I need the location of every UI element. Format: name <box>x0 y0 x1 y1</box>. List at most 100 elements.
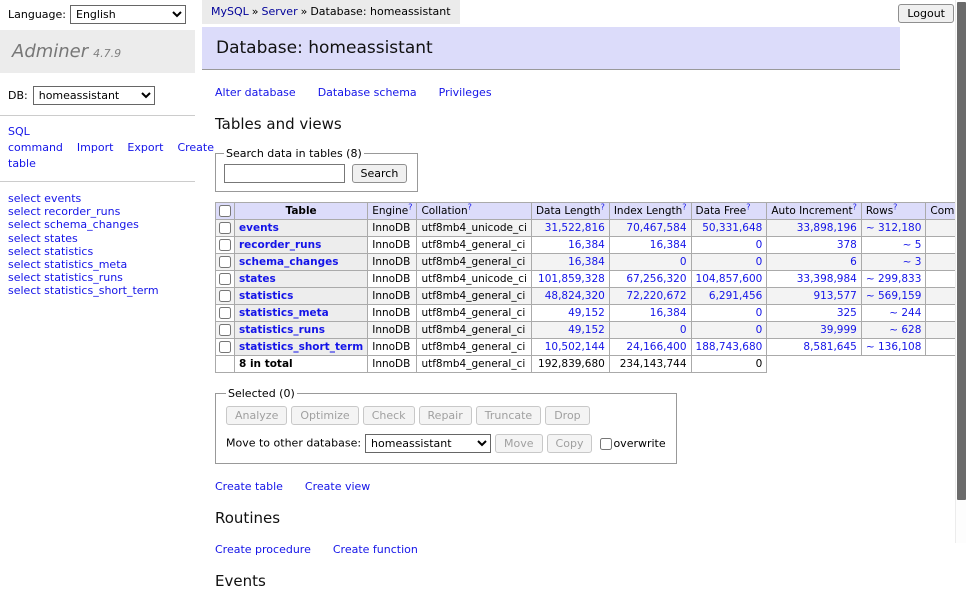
auto-increment-link[interactable]: 8,581,645 <box>803 341 856 353</box>
column-help-link[interactable]: ? <box>746 203 750 212</box>
overwrite-checkbox[interactable] <box>600 438 612 450</box>
data-length-link[interactable]: 31,522,816 <box>545 222 605 234</box>
data-length-link[interactable]: 49,152 <box>568 307 605 319</box>
table-name-link[interactable]: events <box>239 222 279 234</box>
create-link[interactable]: Create table <box>215 480 283 493</box>
table-name-link[interactable]: recorder_runs <box>239 239 321 251</box>
language-select[interactable]: English <box>70 5 186 24</box>
auto-increment-link[interactable]: 378 <box>837 239 857 251</box>
index-length-link[interactable]: 24,166,400 <box>626 341 686 353</box>
routine-create-link[interactable]: Create procedure <box>215 543 311 556</box>
breadcrumb-server-link[interactable]: Server <box>262 5 298 18</box>
column-help-link[interactable]: ? <box>601 203 605 212</box>
column-help-link[interactable]: ? <box>682 203 686 212</box>
move-button[interactable]: Move <box>495 434 543 453</box>
auto-increment-link[interactable]: 6 <box>850 256 857 268</box>
data-free-link[interactable]: 0 <box>756 256 763 268</box>
breadcrumb-mysql-link[interactable]: MySQL <box>211 5 249 18</box>
selected-action-button[interactable]: Truncate <box>476 406 541 425</box>
vertical-scrollbar[interactable] <box>955 0 966 543</box>
index-length-link[interactable]: 16,384 <box>650 307 687 319</box>
sidebar-select-table-link[interactable]: select schema_changes <box>8 218 139 231</box>
select-all-checkbox[interactable] <box>219 205 231 217</box>
index-length-link[interactable]: 16,384 <box>650 239 687 251</box>
sidebar-action-link[interactable]: SQL command <box>8 125 63 154</box>
table-name-link[interactable]: statistics_short_term <box>239 341 363 353</box>
data-free-link[interactable]: 104,857,600 <box>696 273 763 285</box>
selected-action-button[interactable]: Drop <box>545 406 589 425</box>
sidebar-action-link[interactable]: Import <box>77 141 114 154</box>
data-length-link[interactable]: 16,384 <box>568 256 605 268</box>
column-help-link[interactable]: ? <box>468 203 472 212</box>
logout-button[interactable]: Logout <box>898 4 954 23</box>
sidebar-select-table-link[interactable]: select states <box>8 232 78 245</box>
row-checkbox[interactable] <box>219 239 231 251</box>
database-action-link[interactable]: Database schema <box>318 86 417 99</box>
index-length-link[interactable]: 67,256,320 <box>626 273 686 285</box>
db-select[interactable]: homeassistant <box>33 86 155 105</box>
database-action-link[interactable]: Alter database <box>215 86 296 99</box>
scrollbar-thumb[interactable] <box>957 2 966 500</box>
data-free-link[interactable]: 0 <box>756 239 763 251</box>
table-name-link[interactable]: statistics_meta <box>239 307 329 319</box>
column-help-link[interactable]: ? <box>893 203 897 212</box>
selected-action-button[interactable]: Repair <box>419 406 472 425</box>
sidebar-select-table-link[interactable]: select statistics_runs <box>8 271 123 284</box>
auto-increment-link[interactable]: 325 <box>837 307 857 319</box>
row-checkbox[interactable] <box>219 324 231 336</box>
column-help-link[interactable]: ? <box>853 203 857 212</box>
selected-action-button[interactable]: Check <box>363 406 415 425</box>
data-free-link[interactable]: 0 <box>756 324 763 336</box>
table-name-link[interactable]: statistics <box>239 290 293 302</box>
auto-increment-link[interactable]: 913,577 <box>813 290 856 302</box>
rows-count-link[interactable]: ~ 136,108 <box>866 341 922 353</box>
index-length-link[interactable]: 70,467,584 <box>626 222 686 234</box>
index-length-link[interactable]: 72,220,672 <box>626 290 686 302</box>
row-checkbox[interactable] <box>219 290 231 302</box>
auto-increment-link[interactable]: 33,398,984 <box>797 273 857 285</box>
search-input[interactable] <box>224 164 345 183</box>
data-length-link[interactable]: 49,152 <box>568 324 605 336</box>
data-length-link[interactable]: 101,859,328 <box>538 273 605 285</box>
sidebar-select-table-link[interactable]: select statistics <box>8 245 93 258</box>
data-length-link[interactable]: 48,824,320 <box>545 290 605 302</box>
sidebar-select-table-link[interactable]: select events <box>8 192 81 205</box>
row-checkbox[interactable] <box>219 307 231 319</box>
row-checkbox[interactable] <box>219 341 231 353</box>
move-db-select[interactable]: homeassistant <box>365 434 491 453</box>
create-link[interactable]: Create view <box>305 480 370 493</box>
database-action-link[interactable]: Privileges <box>439 86 492 99</box>
auto-increment-link[interactable]: 33,898,196 <box>797 222 857 234</box>
rows-count-link[interactable]: ~ 244 <box>889 307 921 319</box>
data-length-link[interactable]: 10,502,144 <box>545 341 605 353</box>
sidebar-select-table-link[interactable]: select statistics_meta <box>8 258 127 271</box>
row-checkbox[interactable] <box>219 273 231 285</box>
rows-count-link[interactable]: ~ 628 <box>889 324 921 336</box>
data-free-link[interactable]: 188,743,680 <box>696 341 763 353</box>
data-free-link[interactable]: 50,331,648 <box>702 222 762 234</box>
table-name-link[interactable]: schema_changes <box>239 256 339 268</box>
rows-count-link[interactable]: ~ 299,833 <box>866 273 922 285</box>
index-length-link[interactable]: 0 <box>680 324 687 336</box>
index-length-link[interactable]: 0 <box>680 256 687 268</box>
copy-button[interactable]: Copy <box>547 434 593 453</box>
table-name-link[interactable]: states <box>239 273 276 285</box>
data-free-link[interactable]: 6,291,456 <box>709 290 762 302</box>
routine-create-link[interactable]: Create function <box>333 543 418 556</box>
row-checkbox[interactable] <box>219 256 231 268</box>
sidebar-action-link[interactable]: Export <box>127 141 163 154</box>
rows-count-link[interactable]: ~ 3 <box>903 256 922 268</box>
rows-count-link[interactable]: ~ 312,180 <box>866 222 922 234</box>
rows-count-link[interactable]: ~ 569,159 <box>866 290 922 302</box>
row-checkbox[interactable] <box>219 222 231 234</box>
data-free-link[interactable]: 0 <box>756 307 763 319</box>
column-help-link[interactable]: ? <box>408 203 412 212</box>
selected-action-button[interactable]: Optimize <box>291 406 358 425</box>
search-button[interactable]: Search <box>352 164 408 183</box>
table-name-link[interactable]: statistics_runs <box>239 324 325 336</box>
sidebar-select-table-link[interactable]: select statistics_short_term <box>8 284 159 297</box>
auto-increment-link[interactable]: 39,999 <box>820 324 857 336</box>
data-length-link[interactable]: 16,384 <box>568 239 605 251</box>
rows-count-link[interactable]: ~ 5 <box>903 239 922 251</box>
selected-action-button[interactable]: Analyze <box>226 406 287 425</box>
